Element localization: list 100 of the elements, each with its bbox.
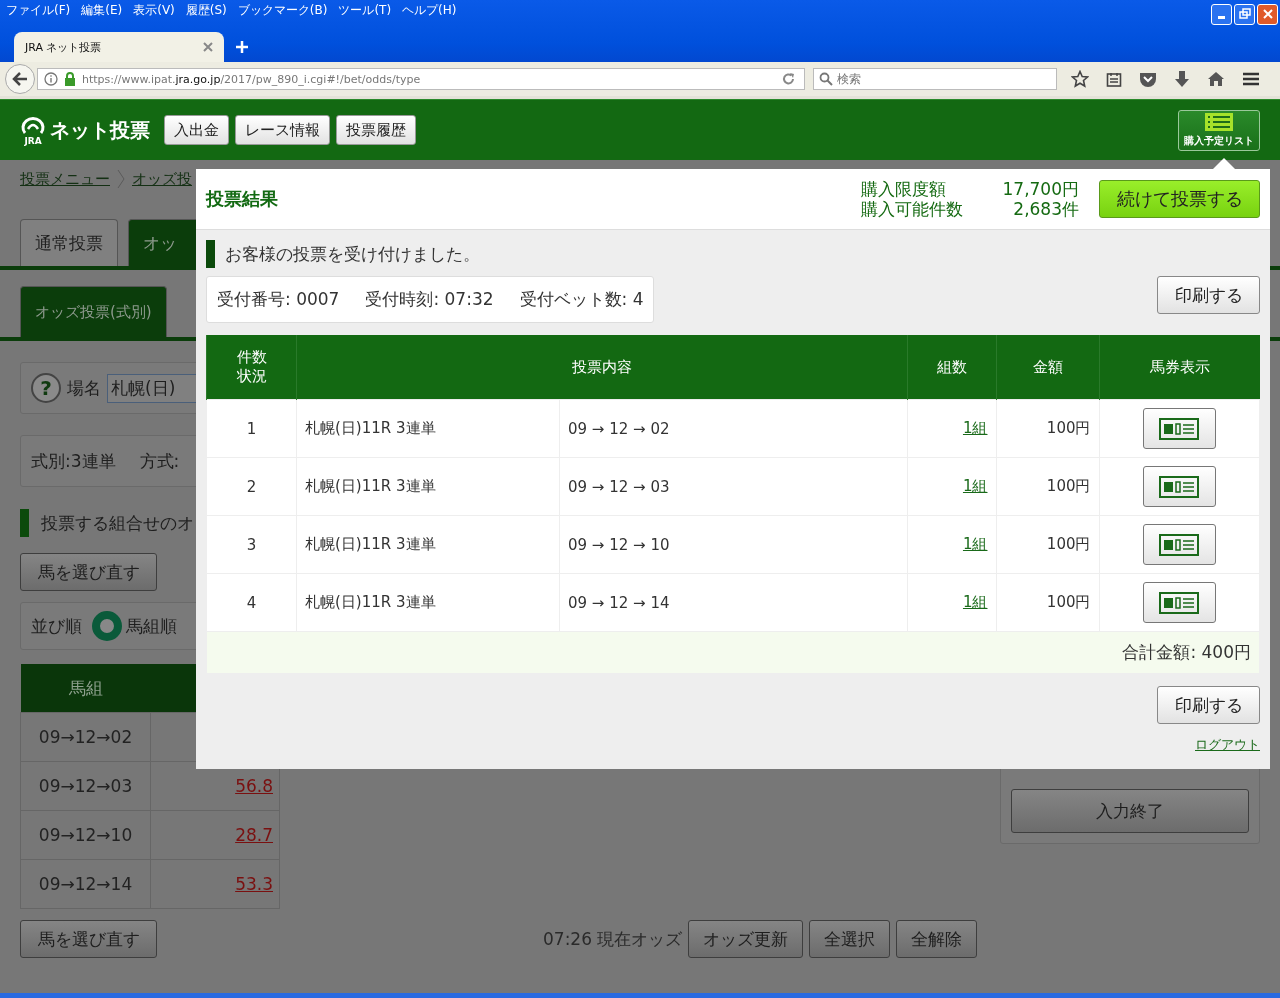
finish-button[interactable]: 入力終了 <box>1011 789 1249 833</box>
column-header: 金額 <box>996 335 1099 400</box>
table-cell: 09 → 12 → 14 <box>559 573 907 632</box>
limit-value: 17,700円 <box>1002 179 1079 199</box>
menu-item[interactable]: 表示(V) <box>133 1 175 19</box>
confirmation-message: お客様の投票を受け付けました。 <box>225 242 480 266</box>
table-cell: 札幌(日)11R 3連単 <box>296 457 560 516</box>
download-icon[interactable] <box>1174 70 1190 88</box>
menu-item[interactable]: ファイル(F) <box>6 1 71 19</box>
sets-link[interactable]: 1組 <box>962 535 988 553</box>
lock-icon <box>64 72 76 86</box>
browser-tab[interactable]: JRA ネット投票 <box>14 32 224 62</box>
ticket-icon <box>1159 533 1200 556</box>
continue-voting-button[interactable]: 続けて投票する <box>1099 180 1260 218</box>
print-button[interactable]: 印刷する <box>1157 686 1260 724</box>
menu-item[interactable]: 履歴(S) <box>185 1 227 19</box>
table-cell: 09 → 12 → 10 <box>559 515 907 574</box>
restore-button[interactable] <box>1234 3 1255 25</box>
sets-link[interactable]: 1組 <box>962 419 988 437</box>
header-nav-button[interactable]: レース情報 <box>235 115 330 145</box>
info-icon[interactable] <box>44 72 58 86</box>
ticket-icon <box>1159 475 1200 498</box>
search-field[interactable]: 検索 <box>813 68 1057 90</box>
column-header: 馬組 <box>20 664 151 713</box>
close-button[interactable] <box>1257 3 1278 25</box>
minimize-button[interactable] <box>1211 3 1232 25</box>
ticket-view-button[interactable] <box>1142 582 1216 623</box>
section-marker <box>20 509 29 537</box>
close-icon <box>1261 8 1274 20</box>
tab-title: JRA ネット投票 <box>25 39 102 55</box>
ticket-view-button[interactable] <box>1142 408 1216 449</box>
receipt-text: 受付ベット数: 4 <box>519 288 644 311</box>
reading-list-icon[interactable] <box>1106 71 1122 87</box>
odds-action-button[interactable]: オッズ更新 <box>688 920 804 958</box>
table-cell: 09→12→10 <box>20 810 151 860</box>
bet-info-text: 方式: <box>139 449 180 473</box>
reselect-button[interactable]: 馬を選び直す <box>20 920 157 958</box>
section-title: 投票する組合せのオ <box>41 511 194 535</box>
dialog-title: 投票結果 <box>206 187 278 211</box>
odds-time: 07:26 現在オッズ <box>543 927 683 951</box>
menu-item[interactable]: ヘルプ(H) <box>402 1 457 19</box>
column-header: 投票内容 <box>296 335 907 400</box>
minimize-icon <box>1218 16 1225 19</box>
subtab[interactable]: オッズ投票(式別) <box>20 286 167 337</box>
table-cell: 1 <box>206 399 297 458</box>
menu-icon[interactable] <box>1242 72 1260 86</box>
total-amount: 合計金額: 400円 <box>1122 642 1251 662</box>
chevron-icon <box>116 169 126 189</box>
sets-link[interactable]: 1組 <box>962 593 988 611</box>
reselect-button[interactable]: 馬を選び直す <box>20 553 157 591</box>
table-cell: 札幌(日)11R 3連単 <box>296 573 560 632</box>
url-field[interactable]: https://www.ipat.jra.go.jp/2017/pw_890_i.cgi#!/bet/odds/type <box>37 68 805 90</box>
breadcrumb-link[interactable]: オッズ投 <box>132 169 192 189</box>
sort-label: 並び順 <box>31 614 82 638</box>
menu-item[interactable]: ツール(T) <box>338 1 392 19</box>
table-cell: 09→12→03 <box>20 761 151 811</box>
pocket-icon[interactable] <box>1139 71 1157 87</box>
table-cell: 09→12→14 <box>20 859 151 909</box>
tab-close-icon[interactable] <box>203 42 213 52</box>
table-cell: 100円 <box>996 573 1099 632</box>
section-marker <box>206 240 215 268</box>
url-text: https://www.ipat.jra.go.jp/2017/pw_890_i.cgi#!/bet/odds/type <box>82 72 422 86</box>
back-button[interactable] <box>5 64 35 94</box>
radio-option[interactable]: 馬組順 <box>92 611 177 641</box>
breadcrumb-link[interactable]: 投票メニュー <box>20 169 110 189</box>
sets-link[interactable]: 1組 <box>962 477 988 495</box>
purchase-list-button[interactable]: 購入予定リスト <box>1178 109 1260 151</box>
menu-item[interactable]: 編集(E) <box>81 1 123 19</box>
table-cell: 3 <box>206 515 297 574</box>
search-icon <box>819 72 833 86</box>
table-cell: 札幌(日)11R 3連単 <box>296 515 560 574</box>
tab[interactable]: 通常投票 <box>20 219 118 266</box>
table-cell: 2 <box>206 457 297 516</box>
logo-text: ネット投票 <box>50 116 150 144</box>
reload-icon[interactable] <box>782 72 796 86</box>
home-icon[interactable] <box>1207 71 1225 87</box>
ticket-view-button[interactable] <box>1142 524 1216 565</box>
header-nav-button[interactable]: 入出金 <box>164 115 229 145</box>
bet-info-text: 式別:3連単 <box>31 449 116 473</box>
column-header: 馬券表示 <box>1099 335 1260 400</box>
logo[interactable]: JRA ネット投票 <box>20 114 150 146</box>
print-button[interactable]: 印刷する <box>1157 276 1260 314</box>
logout-link[interactable]: ログアウト <box>1195 736 1260 754</box>
star-icon[interactable] <box>1071 70 1089 88</box>
receipt-text: 受付番号: 0007 <box>217 288 340 311</box>
table-cell: 09→12→02 <box>20 712 151 762</box>
odds-action-button[interactable]: 全解除 <box>896 920 978 958</box>
back-arrow-icon <box>12 72 28 86</box>
menu-item[interactable]: ブックマーク(B) <box>237 1 328 19</box>
odds-action-button[interactable]: 全選択 <box>809 920 891 958</box>
table-cell: 100円 <box>996 457 1099 516</box>
receipt-text: 受付時刻: 07:32 <box>365 288 494 311</box>
limit-value: 2,683件 <box>1013 199 1079 219</box>
new-tab-icon[interactable] <box>236 41 248 53</box>
header-nav-button[interactable]: 投票履歴 <box>336 115 416 145</box>
column-header: 件数状況 <box>235 347 268 387</box>
limit-label: 購入可能件数 <box>860 199 963 219</box>
ticket-view-button[interactable] <box>1142 466 1216 507</box>
ticket-icon <box>1159 417 1200 440</box>
help-button[interactable]: ? <box>31 373 61 403</box>
